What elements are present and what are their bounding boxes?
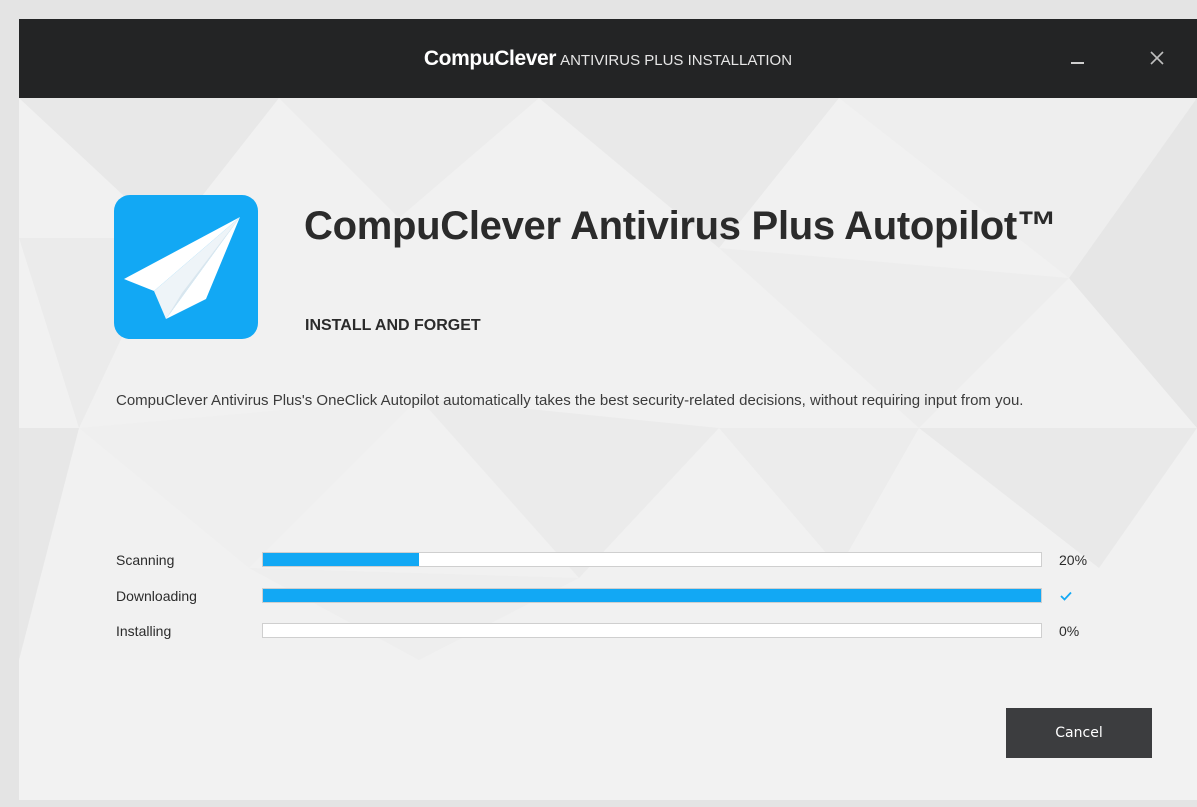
cancel-button[interactable]: Cancel	[1006, 708, 1152, 758]
minimize-button[interactable]	[1059, 41, 1095, 77]
title-bar[interactable]: CompuClever ANTIVIRUS PLUS INSTALLATION	[19, 19, 1197, 98]
minimize-icon	[1071, 62, 1084, 64]
progress-label: Scanning	[116, 552, 175, 568]
title-text: ANTIVIRUS PLUS INSTALLATION	[560, 52, 793, 69]
title-brand: CompuClever	[423, 47, 557, 70]
progress-label: Downloading	[116, 588, 197, 604]
progress-row-installing: Installing 0%	[116, 621, 1106, 641]
product-tagline: INSTALL AND FORGET	[305, 317, 481, 334]
progress-bar	[262, 623, 1042, 638]
installer-window: CompuCleverANTIVIRUS PLUS INSTALLATION	[19, 19, 1197, 800]
content-panel: CompuClever Antivirus Plus Autopilot™ IN…	[19, 98, 1197, 660]
progress-fill	[263, 589, 1041, 602]
close-button[interactable]	[1140, 41, 1176, 77]
progress-bar	[262, 552, 1042, 567]
progress-bar	[262, 588, 1042, 603]
progress-percent: 20%	[1059, 552, 1088, 568]
footer: Cancel	[19, 660, 1197, 800]
window-title: CompuClever ANTIVIRUS PLUS INSTALLATION	[19, 19, 1197, 98]
close-icon	[1150, 51, 1164, 65]
background-pattern	[19, 98, 1197, 660]
progress-percent: 0%	[1059, 623, 1080, 639]
product-heading: CompuClever Antivirus Plus Autopilot™	[304, 204, 1057, 248]
app-logo	[114, 195, 258, 339]
progress-fill	[263, 553, 419, 566]
paper-plane-icon	[124, 217, 240, 319]
progress-row-scanning: Scanning 20%	[116, 550, 1106, 570]
progress-label: Installing	[116, 623, 172, 639]
progress-row-downloading: Downloading	[116, 586, 1106, 606]
product-description: CompuClever Antivirus Plus's OneClick Au…	[116, 392, 1024, 409]
check-icon	[1060, 591, 1072, 601]
